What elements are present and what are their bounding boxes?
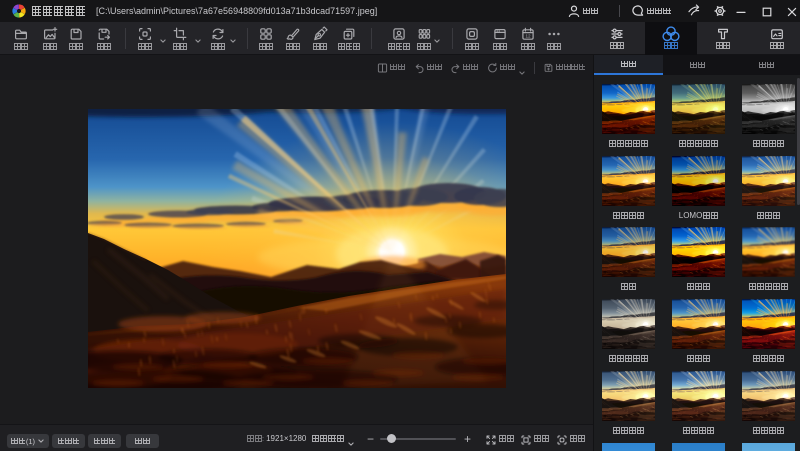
svg-text:12: 12 xyxy=(525,34,531,39)
